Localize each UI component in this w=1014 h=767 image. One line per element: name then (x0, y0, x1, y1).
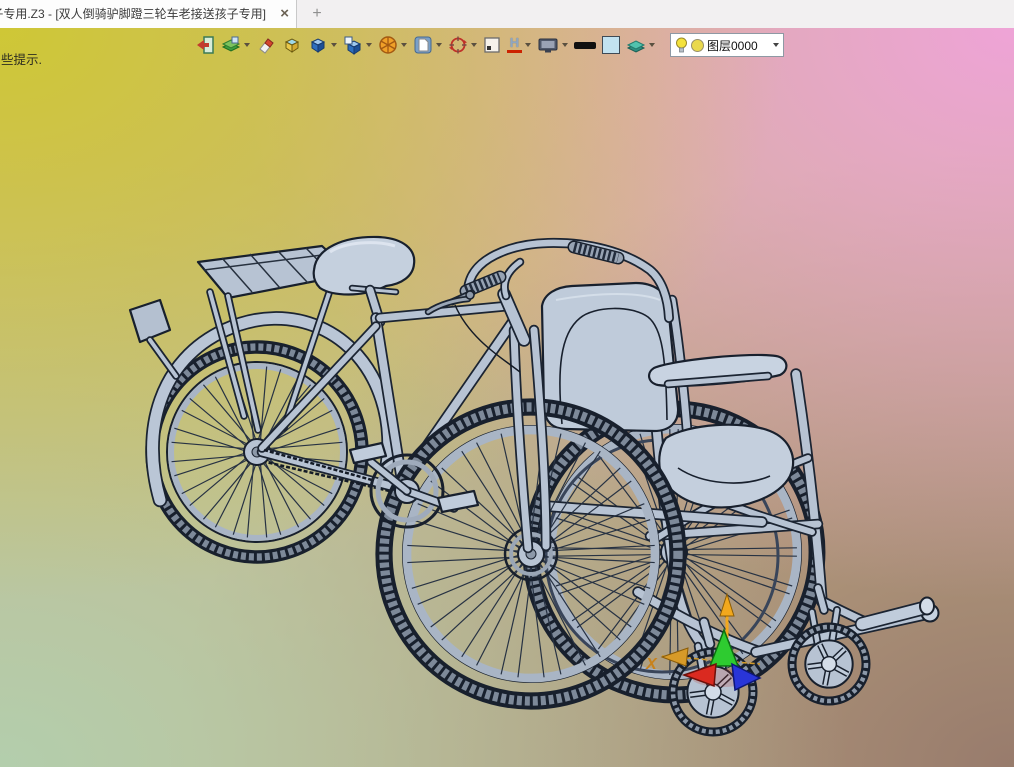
exit-icon (197, 36, 214, 54)
cad-model-scene: X (128, 235, 940, 737)
dropdown-caret-icon (525, 43, 531, 47)
bulb-icon (676, 37, 687, 52)
document-frame-button[interactable] (412, 33, 443, 57)
layers-flat-icon (626, 40, 646, 53)
hatch-button[interactable]: H (506, 33, 532, 57)
exit-button[interactable] (194, 33, 216, 57)
document-tab-title: 子专用.Z3 - [双人倒骑驴脚蹬三轮车老接送孩子专用] (0, 7, 266, 21)
dropdown-caret-icon (366, 43, 372, 47)
triad-x-label: X (645, 656, 658, 673)
isometric-box-button[interactable] (281, 33, 303, 57)
layer-manager-button[interactable] (220, 33, 251, 57)
line-width-button[interactable] (573, 33, 597, 57)
view-wheel-button[interactable] (377, 33, 408, 57)
wheelchair-body (539, 281, 940, 737)
rotate-view-button[interactable] (447, 33, 478, 57)
floating-toolbar: H 图层0000 (194, 32, 784, 58)
document-frame-icon (414, 36, 432, 54)
document-tab-bar: 子专用.Z3 - [双人倒骑驴脚蹬三轮车老接送孩子专用] × + (0, 0, 1014, 28)
dropdown-caret-icon (562, 43, 568, 47)
color-swatch-button[interactable] (601, 33, 621, 57)
hatch-icon: H (507, 36, 522, 53)
document-tab[interactable]: 子专用.Z3 - [双人倒骑驴脚蹬三轮车老接送孩子专用] × (0, 0, 297, 28)
cube-window-button[interactable] (342, 33, 373, 57)
rotate-view-icon (449, 36, 467, 54)
tab-close-icon[interactable]: × (280, 0, 289, 27)
color-swatch (602, 36, 620, 54)
frame-dot-icon (484, 37, 500, 53)
3d-viewport[interactable]: X 些提示. H 图层0000 (0, 28, 1014, 767)
monitor-icon (538, 38, 558, 53)
line-width-swatch (574, 41, 596, 49)
layer-color-swatch (691, 38, 704, 52)
shaded-cube-button[interactable] (307, 33, 338, 57)
isometric-box-icon (284, 38, 300, 53)
dropdown-caret-icon (471, 43, 477, 47)
dropdown-caret-icon (244, 43, 250, 47)
status-hint-text: 些提示. (1, 53, 42, 67)
dropdown-caret-icon (649, 43, 655, 47)
monitor-button[interactable] (536, 33, 569, 57)
frame-dot-button[interactable] (482, 33, 502, 57)
new-tab-button[interactable]: + (305, 3, 329, 25)
dropdown-caret-icon (331, 43, 337, 47)
dropdown-caret-icon (436, 43, 442, 47)
eraser-icon (259, 38, 274, 54)
shaded-cube-icon (310, 38, 326, 53)
eraser-button[interactable] (255, 33, 277, 57)
layer-manager-icon (221, 36, 241, 52)
layer-name: 图层0000 (707, 38, 758, 53)
layers-flat-button[interactable] (625, 33, 656, 57)
view-wheel-icon (379, 36, 397, 54)
zw3d-window: 子专用.Z3 - [双人倒骑驴脚蹬三轮车老接送孩子专用] × + X 些提示. (0, 0, 1014, 767)
layer-combo[interactable]: 图层0000 (670, 33, 784, 57)
tricycle-front-wheel (375, 398, 687, 710)
dropdown-caret-icon (401, 43, 407, 47)
cube-window-icon (344, 36, 362, 55)
combo-caret-icon (773, 43, 779, 47)
